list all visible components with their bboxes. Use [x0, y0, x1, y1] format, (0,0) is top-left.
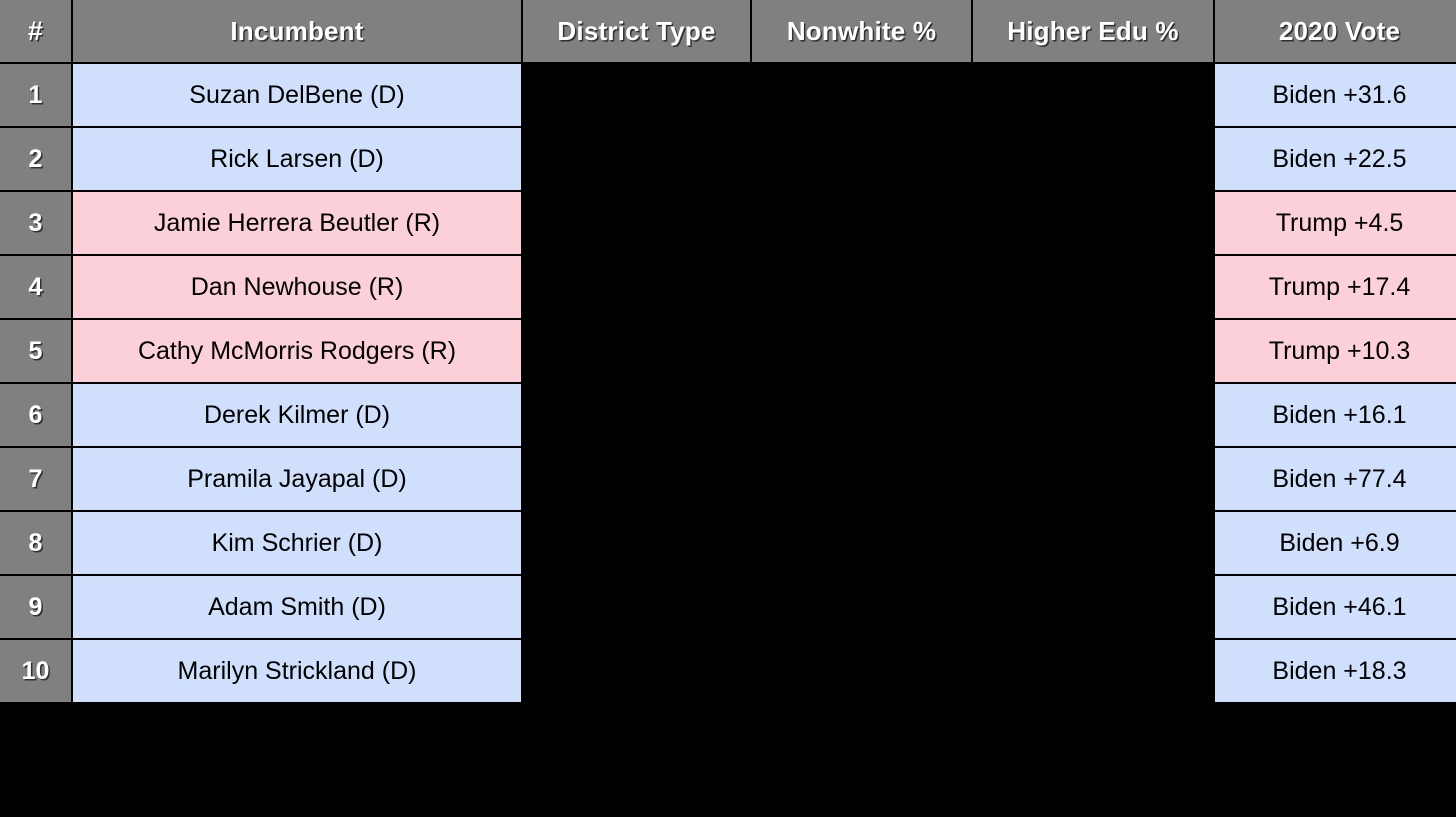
- row-2020-vote[interactable]: Biden +16.1: [1215, 384, 1456, 446]
- column-header-district-type[interactable]: District Type: [523, 0, 750, 62]
- row-incumbent[interactable]: Marilyn Strickland (D): [73, 640, 521, 702]
- row-higher-edu[interactable]: [973, 192, 1213, 254]
- screen-root: # Incumbent District Type Nonwhite % Hig…: [0, 0, 1456, 815]
- row-2020-vote[interactable]: Trump +10.3: [1215, 320, 1456, 382]
- row-incumbent[interactable]: Dan Newhouse (R): [73, 256, 521, 318]
- row-district-type[interactable]: [523, 384, 750, 446]
- district-table: # Incumbent District Type Nonwhite % Hig…: [0, 0, 1456, 704]
- row-rank[interactable]: 4: [0, 256, 71, 318]
- row-higher-edu[interactable]: [973, 448, 1213, 510]
- row-2020-vote[interactable]: Biden +6.9: [1215, 512, 1456, 574]
- row-incumbent[interactable]: Jamie Herrera Beutler (R): [73, 192, 521, 254]
- row-2020-vote[interactable]: Biden +46.1: [1215, 576, 1456, 638]
- row-2020-vote[interactable]: Trump +4.5: [1215, 192, 1456, 254]
- row-higher-edu[interactable]: [973, 320, 1213, 382]
- row-higher-edu[interactable]: [973, 256, 1213, 318]
- row-nonwhite[interactable]: [752, 640, 971, 702]
- row-rank[interactable]: 5: [0, 320, 71, 382]
- table-row[interactable]: 2 Rick Larsen (D) Biden +22.5: [0, 128, 1456, 190]
- row-nonwhite[interactable]: [752, 576, 971, 638]
- table-row[interactable]: 7 Pramila Jayapal (D) Biden +77.4: [0, 448, 1456, 510]
- row-2020-vote[interactable]: Biden +77.4: [1215, 448, 1456, 510]
- row-district-type[interactable]: [523, 256, 750, 318]
- column-header-2020-vote[interactable]: 2020 Vote: [1215, 0, 1456, 62]
- row-higher-edu[interactable]: [973, 512, 1213, 574]
- row-district-type[interactable]: [523, 128, 750, 190]
- row-incumbent[interactable]: Cathy McMorris Rodgers (R): [73, 320, 521, 382]
- row-2020-vote[interactable]: Biden +31.6: [1215, 64, 1456, 126]
- table-row[interactable]: 6 Derek Kilmer (D) Biden +16.1: [0, 384, 1456, 446]
- row-nonwhite[interactable]: [752, 320, 971, 382]
- row-2020-vote[interactable]: Trump +17.4: [1215, 256, 1456, 318]
- table-row[interactable]: 5 Cathy McMorris Rodgers (R) Trump +10.3: [0, 320, 1456, 382]
- row-district-type[interactable]: [523, 320, 750, 382]
- row-nonwhite[interactable]: [752, 64, 971, 126]
- column-header-rank[interactable]: #: [0, 0, 71, 62]
- row-higher-edu[interactable]: [973, 576, 1213, 638]
- row-2020-vote[interactable]: Biden +18.3: [1215, 640, 1456, 702]
- row-nonwhite[interactable]: [752, 256, 971, 318]
- row-district-type[interactable]: [523, 448, 750, 510]
- row-higher-edu[interactable]: [973, 384, 1213, 446]
- row-incumbent[interactable]: Pramila Jayapal (D): [73, 448, 521, 510]
- column-header-incumbent[interactable]: Incumbent: [73, 0, 521, 62]
- row-incumbent[interactable]: Kim Schrier (D): [73, 512, 521, 574]
- row-rank[interactable]: 3: [0, 192, 71, 254]
- row-rank[interactable]: 1: [0, 64, 71, 126]
- row-rank[interactable]: 9: [0, 576, 71, 638]
- row-rank[interactable]: 8: [0, 512, 71, 574]
- table-row[interactable]: 8 Kim Schrier (D) Biden +6.9: [0, 512, 1456, 574]
- row-district-type[interactable]: [523, 512, 750, 574]
- row-incumbent[interactable]: Rick Larsen (D): [73, 128, 521, 190]
- table-row[interactable]: 4 Dan Newhouse (R) Trump +17.4: [0, 256, 1456, 318]
- header-row: # Incumbent District Type Nonwhite % Hig…: [0, 0, 1456, 62]
- row-incumbent[interactable]: Derek Kilmer (D): [73, 384, 521, 446]
- row-nonwhite[interactable]: [752, 512, 971, 574]
- row-2020-vote[interactable]: Biden +22.5: [1215, 128, 1456, 190]
- row-rank[interactable]: 7: [0, 448, 71, 510]
- table-row[interactable]: 3 Jamie Herrera Beutler (R) Trump +4.5: [0, 192, 1456, 254]
- row-district-type[interactable]: [523, 640, 750, 702]
- row-higher-edu[interactable]: [973, 128, 1213, 190]
- column-header-higher-edu-percent[interactable]: Higher Edu %: [973, 0, 1213, 62]
- column-header-nonwhite-percent[interactable]: Nonwhite %: [752, 0, 971, 62]
- table-row[interactable]: 9 Adam Smith (D) Biden +46.1: [0, 576, 1456, 638]
- table-row[interactable]: 1 Suzan DelBene (D) Biden +31.6: [0, 64, 1456, 126]
- row-rank[interactable]: 6: [0, 384, 71, 446]
- row-rank[interactable]: 10: [0, 640, 71, 702]
- row-higher-edu[interactable]: [973, 640, 1213, 702]
- row-district-type[interactable]: [523, 576, 750, 638]
- row-district-type[interactable]: [523, 192, 750, 254]
- row-nonwhite[interactable]: [752, 384, 971, 446]
- row-incumbent[interactable]: Adam Smith (D): [73, 576, 521, 638]
- row-rank[interactable]: 2: [0, 128, 71, 190]
- row-nonwhite[interactable]: [752, 128, 971, 190]
- row-higher-edu[interactable]: [973, 64, 1213, 126]
- row-nonwhite[interactable]: [752, 448, 971, 510]
- row-incumbent[interactable]: Suzan DelBene (D): [73, 64, 521, 126]
- row-district-type[interactable]: [523, 64, 750, 126]
- row-nonwhite[interactable]: [752, 192, 971, 254]
- table-body: 1 Suzan DelBene (D) Biden +31.6 2 Rick Larse…: [0, 64, 1456, 702]
- table-header: # Incumbent District Type Nonwhite % Hig…: [0, 0, 1456, 62]
- table-row[interactable]: 10 Marilyn Strickland (D) Biden +18.3: [0, 640, 1456, 702]
